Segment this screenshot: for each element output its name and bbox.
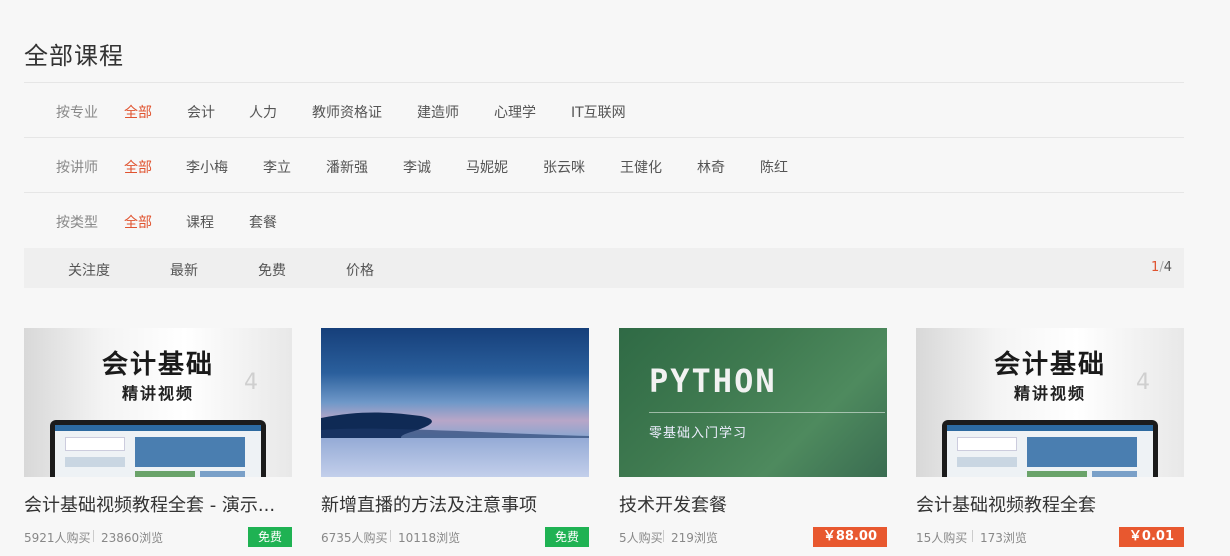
view-count: 219浏览	[671, 531, 718, 545]
buyer-count: 15人购买	[916, 531, 968, 545]
price-badge[interactable]: 免费	[544, 527, 589, 547]
filter-teacher: 按讲师 全部 李小梅 李立 潘新强 李诚 马妮妮 张云咪 王健化 林奇 陈红	[24, 140, 1184, 194]
course-card[interactable]: 会计基础 精讲视频 4 会计基础视频教程全套 - 演示... 5921人购买 2…	[24, 328, 292, 547]
sort-by-popularity[interactable]: 关注度	[68, 260, 110, 280]
meta-divider	[972, 530, 973, 542]
filter-option[interactable]: 张云咪	[543, 157, 585, 177]
filter-option[interactable]: 心理学	[494, 102, 536, 122]
page-title: 全部课程	[24, 42, 124, 70]
divider	[24, 137, 1184, 138]
landscape-water	[321, 438, 589, 477]
course-card[interactable]: 新增直播的方法及注意事项 6735人购买 10118浏览 免费	[321, 328, 589, 547]
filter-type: 按类型 全部 课程 套餐	[24, 195, 1184, 249]
sort-by-newest[interactable]: 最新	[170, 260, 198, 280]
course-meta: 15人购买 173浏览 ￥0.01	[916, 527, 1184, 547]
meta-divider	[93, 530, 94, 542]
price-badge[interactable]: ￥88.00	[812, 527, 887, 547]
filter-option-all[interactable]: 全部	[124, 157, 152, 177]
sort-bar: 关注度 最新 免费 价格 1/4	[24, 248, 1184, 288]
filter-option[interactable]: 马妮妮	[466, 157, 508, 177]
meta-divider	[663, 530, 664, 542]
course-title[interactable]: 技术开发套餐	[619, 491, 887, 515]
buyer-count: 5921人购买	[24, 531, 91, 545]
thumbnail-subtitle: 零基础入门学习	[649, 426, 748, 441]
price-badge[interactable]: 免费	[247, 527, 292, 547]
course-title[interactable]: 会计基础视频教程全套	[916, 491, 1184, 515]
meta-divider	[390, 530, 391, 542]
filter-option[interactable]: 会计	[187, 102, 215, 122]
view-count: 23860浏览	[101, 531, 164, 545]
sort-by-free[interactable]: 免费	[258, 260, 286, 280]
sort-by-price[interactable]: 价格	[346, 260, 374, 280]
divider	[24, 82, 1184, 83]
pager[interactable]: 1/4	[1151, 260, 1172, 275]
filter-option-all[interactable]: 全部	[124, 212, 152, 232]
divider	[24, 192, 1184, 193]
thumbnail-line	[649, 412, 885, 413]
filter-option[interactable]: 课程	[186, 212, 214, 232]
filter-option[interactable]: 潘新强	[326, 157, 368, 177]
course-thumbnail[interactable]: 会计基础 精讲视频 4	[916, 328, 1184, 477]
filter-option[interactable]: 林奇	[697, 157, 725, 177]
course-card[interactable]: PYTHON 零基础入门学习 技术开发套餐 5人购买 219浏览 ￥88.00	[619, 328, 887, 547]
course-card[interactable]: 会计基础 精讲视频 4 会计基础视频教程全套 15人购买 173浏览 ￥0.01	[916, 328, 1184, 547]
thumbnail-number: 4	[244, 370, 258, 395]
thumbnail-number: 4	[1136, 370, 1150, 395]
filter-option[interactable]: 李小梅	[186, 157, 228, 177]
view-count: 173浏览	[980, 531, 1027, 545]
filter-option[interactable]: 陈红	[760, 157, 788, 177]
filter-option[interactable]: IT互联网	[571, 102, 626, 122]
filter-option[interactable]: 王健化	[620, 157, 662, 177]
laptop-image	[942, 420, 1158, 477]
course-title[interactable]: 新增直播的方法及注意事项	[321, 491, 589, 515]
filter-option[interactable]: 李诚	[403, 157, 431, 177]
filter-label: 按类型	[56, 215, 98, 231]
filter-option[interactable]: 李立	[263, 157, 291, 177]
buyer-count: 6735人购买	[321, 531, 388, 545]
course-thumbnail[interactable]: PYTHON 零基础入门学习	[619, 328, 887, 477]
filter-label: 按专业	[56, 105, 98, 121]
filter-option[interactable]: 建造师	[417, 102, 459, 122]
buyer-count: 5人购买	[619, 531, 663, 545]
course-thumbnail[interactable]: 会计基础 精讲视频 4	[24, 328, 292, 477]
course-meta: 5921人购买 23860浏览 免费	[24, 527, 292, 547]
filter-option[interactable]: 教师资格证	[312, 102, 382, 122]
view-count: 10118浏览	[398, 531, 461, 545]
course-meta: 5人购买 219浏览 ￥88.00	[619, 527, 887, 547]
filter-option-all[interactable]: 全部	[124, 102, 152, 122]
course-meta: 6735人购买 10118浏览 免费	[321, 527, 589, 547]
filter-major: 按专业 全部 会计 人力 教师资格证 建造师 心理学 IT互联网	[24, 85, 1184, 139]
filter-option[interactable]: 套餐	[249, 212, 277, 232]
pager-total: 4	[1163, 260, 1172, 275]
thumbnail-title: PYTHON	[649, 362, 777, 400]
course-title[interactable]: 会计基础视频教程全套 - 演示...	[24, 491, 292, 515]
course-thumbnail[interactable]	[321, 328, 589, 477]
laptop-image	[50, 420, 266, 477]
filter-option[interactable]: 人力	[249, 102, 277, 122]
price-badge[interactable]: ￥0.01	[1118, 527, 1184, 547]
filter-label: 按讲师	[56, 160, 98, 176]
